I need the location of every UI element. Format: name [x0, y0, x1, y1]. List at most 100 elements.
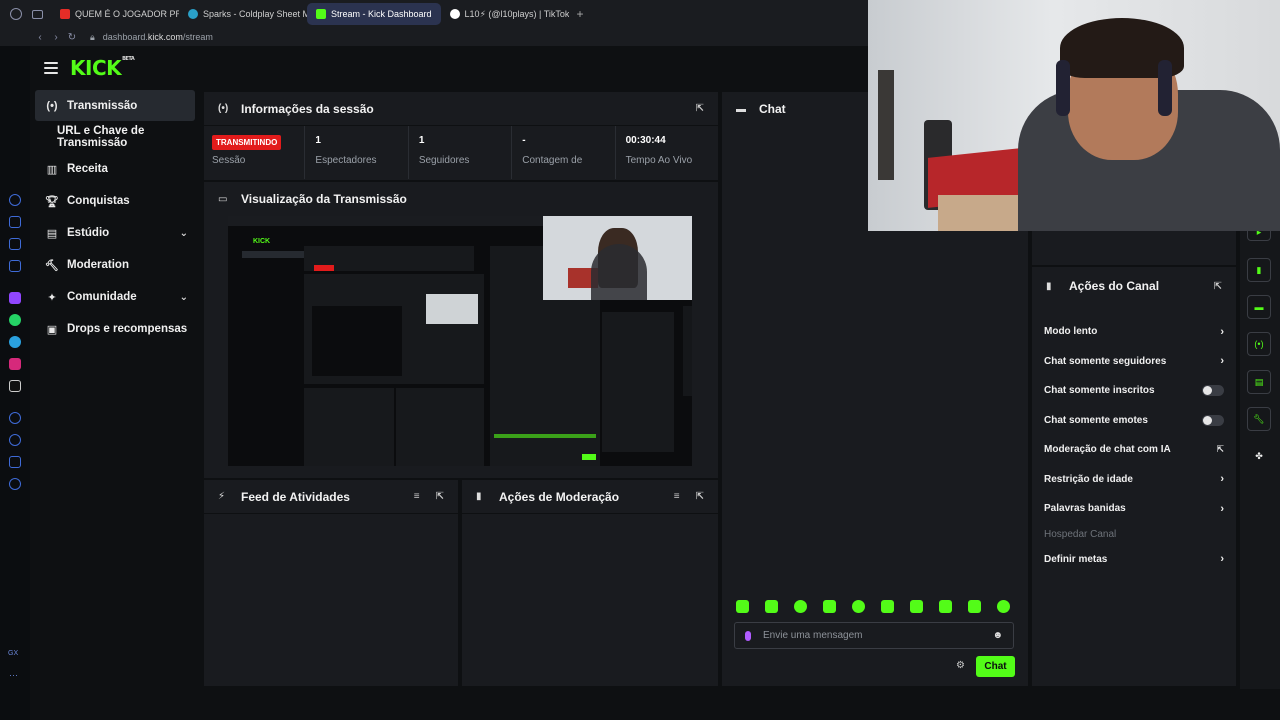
opera-icon[interactable] [10, 8, 22, 20]
site-icon [188, 9, 198, 19]
tiktok-icon[interactable] [9, 380, 21, 392]
popout-icon[interactable]: ⇱ [436, 491, 444, 502]
add-widget-icon[interactable]: ✤ [1247, 444, 1271, 468]
popout-icon[interactable]: ⇱ [696, 103, 704, 114]
chevron-right-icon: › [1220, 355, 1224, 368]
sidebar-item-receita[interactable]: ▥ Receita [30, 153, 200, 185]
toggle-switch[interactable] [1202, 414, 1224, 426]
chevron-down-icon[interactable]: ⌄ [180, 292, 188, 303]
toggle-switch[interactable] [1202, 385, 1224, 397]
chat-send-button[interactable]: Chat [976, 656, 1015, 677]
filter-icon[interactable]: ≡ [674, 491, 680, 502]
panel-title: Informações da sessão [241, 101, 374, 116]
tab-icon[interactable] [9, 260, 21, 272]
extensions-icon[interactable] [9, 456, 21, 468]
studio-icon[interactable]: ▤ [1247, 370, 1271, 394]
emote-icon[interactable] [997, 600, 1010, 613]
lock-icon: 🔒︎ [90, 31, 95, 42]
popout-icon[interactable]: ⇱ [696, 491, 704, 502]
panel-title: Chat [759, 102, 786, 116]
sidebar-item-transmissao[interactable]: (•) Transmissão [35, 90, 195, 121]
new-tab-button[interactable]: + [569, 7, 592, 21]
action-definir-metas[interactable]: Definir metas › [1032, 545, 1236, 575]
tab-label: L10⚡ (@l10plays) | TikTok [464, 8, 569, 19]
twitch-icon[interactable] [9, 292, 21, 304]
sidebar-item-url-chave[interactable]: URL e Chave de Transmissão [30, 121, 200, 153]
broadcast-icon[interactable]: (•) [1247, 332, 1271, 356]
settings-icon[interactable] [9, 478, 21, 490]
mod-actions-header: ▮ Ações de Moderação ≡ ⇱ [462, 480, 718, 514]
emote-icon[interactable] [823, 600, 836, 613]
action-palavras-banidas[interactable]: Palavras banidas › [1032, 494, 1236, 524]
chat-message-input[interactable]: Envie uma mensagem ☻ [734, 622, 1014, 649]
sidebar-item-moderation[interactable]: 🔨︎ Moderation [30, 249, 200, 281]
instagram-icon[interactable] [9, 358, 21, 370]
workspaces-icon[interactable] [32, 9, 43, 19]
sidebar-item-drops[interactable]: ▣ Drops e recompensas [30, 313, 200, 345]
menu-icon[interactable] [44, 59, 58, 77]
store-icon[interactable] [9, 216, 21, 228]
action-modo-lento[interactable]: Modo lento › [1032, 317, 1236, 347]
panel-title: Ações do Canal [1069, 279, 1160, 293]
tab-tiktok[interactable]: L10⚡ (@l10plays) | TikTok [441, 3, 569, 25]
document-icon[interactable]: ▮ [1247, 258, 1271, 282]
gear-icon[interactable]: ⚙︎ [956, 660, 965, 671]
wrench-icon[interactable]: 🔧︎ [1247, 407, 1271, 431]
action-label: Palavras banidas [1044, 503, 1126, 515]
panel-spacer [1032, 231, 1236, 267]
emote-icon[interactable] [910, 600, 923, 613]
microphone-icon[interactable] [745, 630, 751, 641]
kick-icon [316, 9, 326, 19]
gx-icon[interactable]: GX [8, 650, 22, 662]
url-field[interactable]: 🔒︎ dashboard.kick.com/stream [90, 32, 213, 43]
chevron-right-icon: › [1220, 502, 1224, 515]
sidebar-item-conquistas[interactable]: 🏆︎ Conquistas [30, 185, 200, 217]
bolt-icon: ⚡︎ [218, 491, 226, 502]
emote-icon[interactable] [939, 600, 952, 613]
popout-icon[interactable]: ⇱ [1214, 281, 1222, 292]
emote-bar [736, 600, 1010, 613]
chevron-down-icon[interactable]: ⌄ [180, 228, 188, 239]
kick-logo[interactable]: KICKBETA [70, 56, 135, 80]
tab-sparks[interactable]: Sparks - Coldplay Sheet M [179, 3, 307, 25]
clock-icon[interactable] [9, 434, 21, 446]
more-icon[interactable]: ··· [9, 670, 21, 682]
chat-icon[interactable]: ▬ [1247, 295, 1271, 319]
whatsapp-icon[interactable] [9, 314, 21, 326]
sidebar-item-label: Comunidade [67, 291, 137, 303]
reload-icon[interactable]: ↻ [64, 32, 80, 43]
back-icon[interactable]: ‹ [32, 32, 48, 43]
sidebar-item-estudio[interactable]: ▤ Estúdio ⌄ [30, 217, 200, 249]
ai-icon[interactable] [9, 194, 21, 206]
filter-icon[interactable]: ≡ [414, 491, 420, 502]
stream-preview-video[interactable]: KICK [228, 216, 692, 466]
emote-icon[interactable] [881, 600, 894, 613]
action-chat-emotes: Chat somente emotes [1032, 406, 1236, 436]
tab-youtube[interactable]: QUEM É O JOGADOR PRO [51, 3, 179, 25]
sidebar-item-comunidade[interactable]: ✦ Comunidade ⌄ [30, 281, 200, 313]
action-chat-seguidores[interactable]: Chat somente seguidores › [1032, 347, 1236, 377]
chat-placeholder: Envie uma mensagem [763, 630, 863, 641]
url-path: /stream [182, 32, 213, 42]
emote-icon[interactable] [736, 600, 749, 613]
action-restricao-idade[interactable]: Restrição de idade › [1032, 465, 1236, 495]
forward-icon[interactable]: › [48, 32, 64, 43]
external-link-icon: ⇱ [1216, 444, 1224, 455]
stat-label: Sessão [212, 155, 246, 166]
emote-icon[interactable] [852, 600, 865, 613]
session-info-header: (•) Informações da sessão ⇱ [204, 92, 718, 126]
emote-icon[interactable] [765, 600, 778, 613]
action-label: Chat somente emotes [1044, 414, 1148, 426]
emoji-icon[interactable]: ☻ [992, 630, 1003, 641]
action-label: Restrição de idade [1044, 473, 1133, 485]
action-moderacao-ia[interactable]: Moderação de chat com IA ⇱ [1032, 435, 1236, 465]
telegram-icon[interactable] [9, 336, 21, 348]
tab-kick-dashboard[interactable]: Stream - Kick Dashboard [307, 3, 441, 25]
emote-icon[interactable] [794, 600, 807, 613]
emote-icon[interactable] [968, 600, 981, 613]
chevron-right-icon: › [1220, 473, 1224, 486]
stat-value: 1 [418, 135, 425, 146]
news-icon[interactable] [9, 238, 21, 250]
history-icon[interactable] [9, 412, 21, 424]
stat-viewers: 1 Espectadores [305, 126, 409, 179]
